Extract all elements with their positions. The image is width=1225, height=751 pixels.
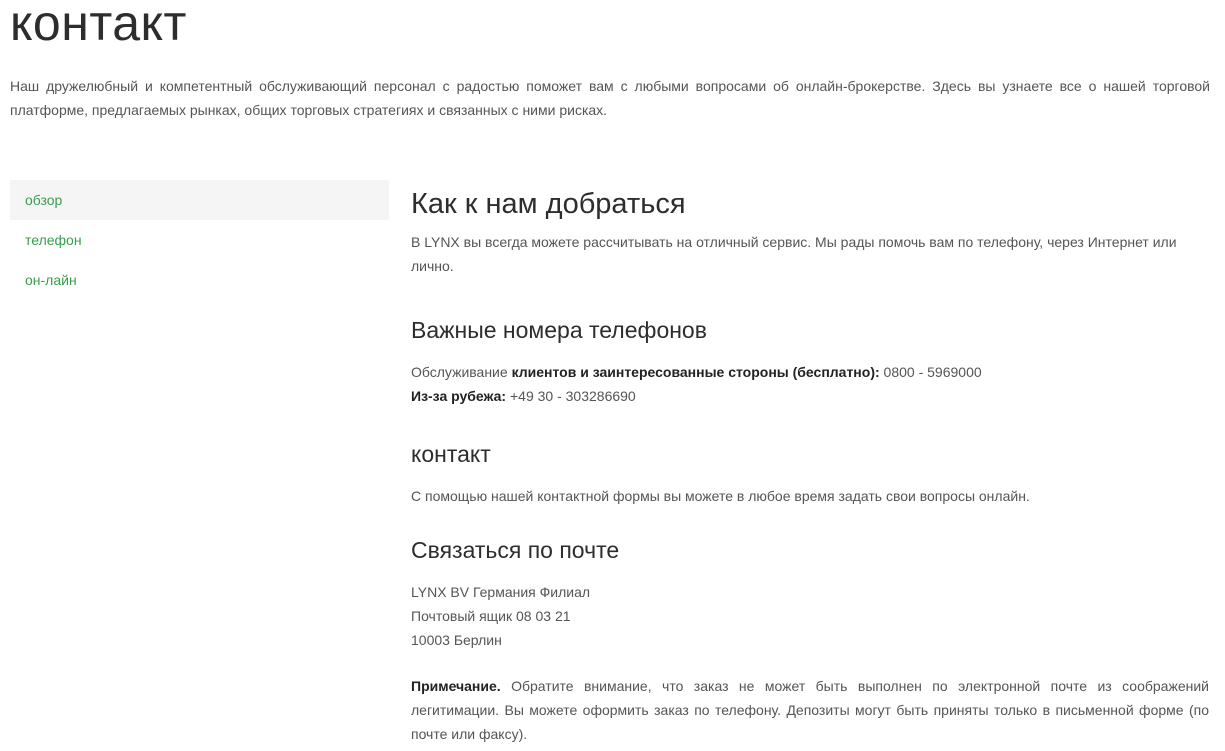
sidebar-item-phone[interactable]: телефон (10, 220, 389, 260)
sidebar-item-online[interactable]: он-лайн (10, 260, 389, 300)
intro-text: Наш дружелюбный и компетентный обслужива… (10, 78, 1210, 118)
section-heading-mail: Связаться по почте (411, 537, 620, 563)
directions-text: В LYNX вы всегда можете рассчитывать на … (411, 234, 1177, 274)
contact-text: С помощью нашей контактной формы вы може… (411, 488, 1030, 504)
address-line-2: Почтовый ящик 08 03 21 (411, 608, 571, 624)
page-title: контакт (10, 0, 187, 51)
address-line-3: 10003 Берлин (411, 632, 502, 648)
section-heading-phones: Важные номера телефонов (411, 317, 707, 343)
main-content: Как к нам добраться В LYNX вы всегда мож… (411, 182, 1209, 746)
section-heading-directions: Как к нам добраться (411, 188, 686, 220)
phone-line-abroad: Из-за рубежа: +49 30 - 303286690 (411, 384, 1209, 408)
note-text: Обратите внимание, что заказ не может бы… (411, 678, 1209, 742)
sidebar-nav: обзор телефон он-лайн (10, 180, 389, 300)
phone-abroad-number: +49 30 - 303286690 (506, 388, 636, 404)
mail-note: Примечание. Обратите внимание, что заказ… (411, 674, 1209, 746)
phone-abroad-label: Из-за рубежа: (411, 388, 507, 404)
phone-line-service: Обслуживание клиентов и заинтересованные… (411, 360, 1209, 384)
phone-service-prefix: Обслуживание (411, 364, 512, 380)
section-heading-contact: контакт (411, 441, 491, 467)
address-line-1: LYNX BV Германия Филиал (411, 584, 591, 600)
phone-service-label: клиентов и заинтересованные стороны (бес… (511, 364, 880, 380)
phone-service-number: 0800 - 5969000 (879, 364, 982, 380)
sidebar-item-overview[interactable]: обзор (10, 180, 389, 220)
note-label: Примечание. (411, 678, 501, 694)
